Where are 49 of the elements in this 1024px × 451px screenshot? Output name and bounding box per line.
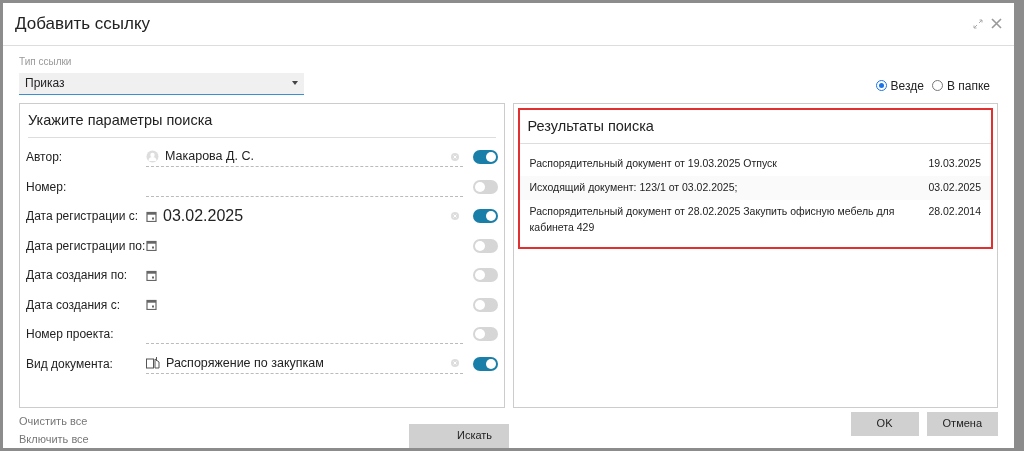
field-label: Тип ссылки xyxy=(19,54,73,69)
field-label: Дата регистрации с: xyxy=(26,208,140,225)
caret-icon xyxy=(292,81,298,85)
result-title[interactable]: Распорядительный документ от 19.03.2025 Отпуск xyxy=(529,156,777,172)
field-label: Дата создания по: xyxy=(26,267,129,284)
radio-label[interactable]: В папке xyxy=(946,76,990,95)
toggle-switch[interactable] xyxy=(472,268,498,282)
toggle-switch[interactable] xyxy=(472,238,498,253)
input-field[interactable]: 03.02.2025 xyxy=(146,206,463,226)
text-link[interactable]: Очистить все xyxy=(19,414,88,427)
input-field[interactable]: Распоряжение по закупкам xyxy=(146,353,463,374)
document-type-icon xyxy=(146,357,160,369)
toggle-switch[interactable] xyxy=(472,150,498,164)
dialog-button[interactable]: Отмена xyxy=(926,411,998,436)
toggle-switch[interactable] xyxy=(472,356,498,371)
field-label: Дата создания с: xyxy=(26,296,121,314)
clear-icon[interactable] xyxy=(450,359,459,367)
field-label: Дата регистрации по: xyxy=(26,237,146,255)
calendar-icon[interactable] xyxy=(146,299,157,310)
clear-icon[interactable] xyxy=(450,152,459,161)
window-title: Добавить ссылку xyxy=(15,13,151,35)
search-button[interactable]: Искать xyxy=(409,423,509,448)
field-label: Номер проекта: xyxy=(26,326,115,343)
input-field[interactable]: Макарова Д. С. xyxy=(146,147,463,167)
result-title[interactable]: Исходящий документ: 123/1 от 03.02.2025; xyxy=(529,180,738,196)
field-label: Вид документа: xyxy=(26,355,114,373)
result-date: 19.03.2025 xyxy=(928,156,981,172)
close-icon[interactable] xyxy=(991,18,1002,30)
toggle-switch[interactable] xyxy=(472,179,498,194)
field-label: Номер: xyxy=(26,178,68,196)
field-label: Автор: xyxy=(26,149,64,166)
calendar-icon[interactable] xyxy=(146,269,157,281)
calendar-icon[interactable] xyxy=(146,240,157,251)
user-avatar-icon xyxy=(146,150,159,163)
toggle-switch[interactable] xyxy=(472,209,498,223)
panel-title: Укажите параметры поиска xyxy=(28,103,496,139)
calendar-icon[interactable] xyxy=(146,210,157,222)
radio-label[interactable]: Везде xyxy=(890,76,924,95)
clear-icon[interactable] xyxy=(450,212,459,220)
toggle-switch[interactable] xyxy=(472,297,498,312)
result-date: 28.02.2014 xyxy=(928,203,981,219)
result-title[interactable]: Распорядительный документ от 28.02.2025 Закупить офисную мебель для кабинета 429 xyxy=(529,203,913,236)
panel-title: Результаты поиска xyxy=(519,109,991,145)
link-type-dropdown[interactable]: Приказ xyxy=(19,72,304,95)
toggle-switch[interactable] xyxy=(472,327,498,341)
expand-icon[interactable] xyxy=(973,18,983,29)
text-link[interactable]: Включить все xyxy=(19,432,89,445)
dialog-button[interactable]: OK xyxy=(850,411,919,436)
result-date: 03.02.2025 xyxy=(928,180,981,195)
